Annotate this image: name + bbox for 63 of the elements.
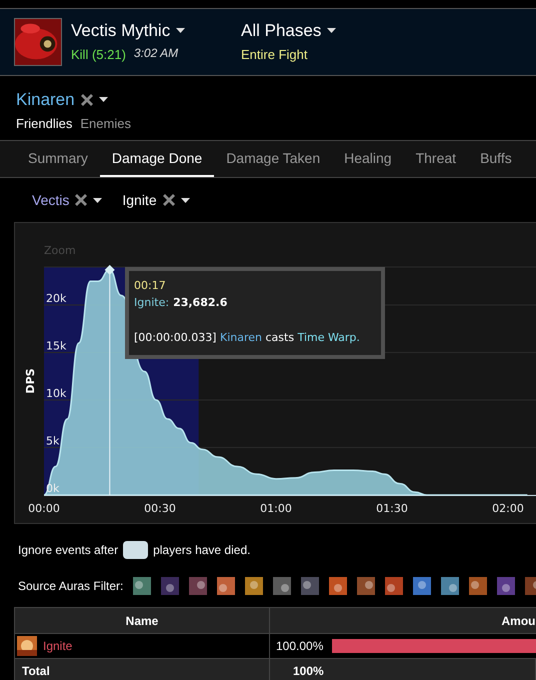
aura-icon[interactable]: [301, 577, 320, 595]
caret-icon: [93, 198, 102, 202]
y-tick-label: 5k: [46, 434, 60, 448]
faction-filter[interactable]: Enemies: [80, 114, 131, 133]
caret-icon: [98, 97, 108, 102]
aura-icon[interactable]: [497, 577, 516, 595]
deaths-input[interactable]: [123, 540, 148, 558]
caret-icon: [176, 28, 186, 34]
auras-label: Source Auras Filter:: [18, 578, 124, 595]
aura-icon[interactable]: [413, 577, 432, 595]
phase-dropdown[interactable]: All Phases: [241, 20, 336, 42]
tab[interactable]: Damage Done: [100, 141, 214, 177]
tab[interactable]: Threat: [404, 141, 468, 177]
tab[interactable]: Buffs: [468, 141, 524, 177]
aura-icon[interactable]: [189, 577, 208, 595]
tooltip-series: Ignite:: [134, 295, 170, 311]
close-icon[interactable]: [80, 94, 93, 106]
close-icon[interactable]: [162, 194, 175, 206]
aura-icon[interactable]: [329, 577, 348, 595]
ignore-suffix: players have died.: [153, 542, 250, 558]
aura-icon[interactable]: [357, 577, 376, 595]
aura-icon[interactable]: [161, 577, 180, 595]
close-icon[interactable]: [75, 194, 88, 206]
ability-name[interactable]: Ignite: [43, 637, 72, 655]
tooltip-time: 00:17: [134, 278, 167, 294]
x-tick-label: 01:00: [260, 502, 292, 515]
target-filter[interactable]: Ignite: [122, 190, 157, 210]
boss-dropdown[interactable]: Vectis Mythic: [71, 20, 241, 42]
phase-subtitle: Entire Fight: [241, 46, 308, 64]
x-tick-label: 02:00: [492, 502, 524, 515]
ability-icon: [17, 636, 37, 656]
target-filter[interactable]: Vectis: [32, 190, 70, 210]
player-name[interactable]: Kinaren: [16, 87, 75, 112]
fight-result: Kill (5:21): [71, 46, 126, 64]
y-tick-label: 20k: [46, 292, 66, 305]
y-tick-label: 0k: [46, 482, 60, 495]
aura-icon[interactable]: [217, 577, 236, 595]
aura-icon[interactable]: [385, 577, 404, 595]
column-header[interactable]: Amou: [270, 608, 536, 634]
aura-icon[interactable]: [273, 577, 292, 595]
aura-icon[interactable]: [441, 577, 460, 595]
x-tick-label: 00:30: [144, 502, 176, 515]
aura-icon[interactable]: [133, 577, 152, 595]
ignore-label: Ignore events after: [18, 542, 118, 558]
aura-icon[interactable]: [245, 577, 264, 595]
caret-icon: [180, 198, 190, 202]
x-tick-label: 01:30: [376, 502, 408, 515]
tooltip-value: 23,682.6: [173, 295, 228, 311]
column-header[interactable]: Name: [14, 608, 270, 634]
faction-filter[interactable]: Friendlies: [16, 114, 72, 133]
tab[interactable]: Summary: [16, 141, 100, 177]
aura-icon[interactable]: [469, 577, 488, 595]
total-label: Total: [14, 658, 270, 680]
x-tick-label: 00:00: [28, 502, 60, 515]
tab[interactable]: Damage Taken: [214, 141, 332, 177]
y-axis-title: DPS: [24, 368, 37, 394]
tooltip-event: [00:00:00.033] Kinaren casts Time Warp.: [134, 330, 361, 346]
point-marker: [104, 264, 115, 275]
tab[interactable]: Healing: [332, 141, 404, 177]
fight-time: 3:02 AM: [134, 44, 178, 62]
y-tick-label: 15k: [46, 340, 66, 352]
y-tick-label: 10k: [46, 387, 66, 400]
caret-icon: [327, 28, 336, 34]
